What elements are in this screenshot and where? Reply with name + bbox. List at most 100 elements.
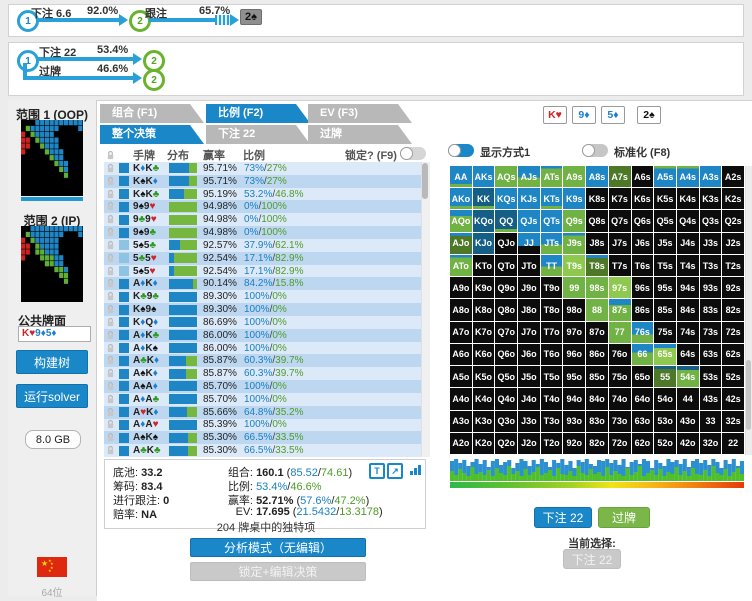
matrix-cell-64o[interactable]: 64o bbox=[632, 388, 654, 409]
lock-icon[interactable] bbox=[104, 266, 117, 277]
matrix-cell-93o[interactable]: 93o bbox=[563, 411, 585, 432]
table-scrollbar-thumb[interactable] bbox=[422, 163, 428, 199]
matrix-cell-K3o[interactable]: K3o bbox=[473, 411, 495, 432]
lock-icon[interactable] bbox=[104, 330, 117, 341]
matrix-cell-84s[interactable]: 84s bbox=[677, 299, 699, 320]
table-row[interactable]: K♦K♣95.71%73%/27% bbox=[104, 162, 421, 175]
matrix-cell-Q9s[interactable]: Q9s bbox=[563, 210, 585, 231]
lock-icon[interactable] bbox=[104, 227, 117, 238]
subtab-check[interactable]: 过牌 bbox=[308, 125, 412, 144]
matrix-cell-53s[interactable]: 53s bbox=[700, 366, 722, 387]
lock-icon[interactable] bbox=[104, 278, 117, 289]
matrix-cell-85o[interactable]: 85o bbox=[586, 366, 608, 387]
lock-toggle[interactable] bbox=[400, 147, 426, 160]
matrix-cell-83s[interactable]: 83s bbox=[700, 299, 722, 320]
matrix-cell-82s[interactable]: 82s bbox=[722, 299, 744, 320]
matrix-cell-A8o[interactable]: A8o bbox=[450, 299, 472, 320]
board-card[interactable]: K♥ bbox=[543, 106, 567, 124]
matrix-cell-K8s[interactable]: K8s bbox=[586, 188, 608, 209]
tree-action-label[interactable]: 过牌 bbox=[39, 63, 61, 79]
matrix-cell-J2s[interactable]: J2s bbox=[722, 233, 744, 254]
matrix-cell-44[interactable]: 44 bbox=[677, 388, 699, 409]
matrix-cell-A4o[interactable]: A4o bbox=[450, 388, 472, 409]
matrix-cell-ATs[interactable]: ATs bbox=[541, 166, 563, 187]
lock-icon[interactable] bbox=[104, 291, 117, 302]
matrix-cell-63s[interactable]: 63s bbox=[700, 344, 722, 365]
matrix-cell-42s[interactable]: 42s bbox=[722, 388, 744, 409]
lock-icon[interactable] bbox=[104, 176, 117, 187]
matrix-cell-J9s[interactable]: J9s bbox=[563, 233, 585, 254]
table-row[interactable]: K♦Q♦86.69%100%/0% bbox=[104, 316, 421, 329]
table-row[interactable]: A♣K♣85.30%66.5%/33.5% bbox=[104, 444, 421, 457]
matrix-cell-J8s[interactable]: J8s bbox=[586, 233, 608, 254]
matrix-cell-K4s[interactable]: K4s bbox=[677, 188, 699, 209]
matrix-cell-J3s[interactable]: J3s bbox=[700, 233, 722, 254]
lock-icon[interactable] bbox=[104, 407, 117, 418]
lock-icon[interactable] bbox=[104, 304, 117, 315]
board-input[interactable]: K♥9♦5♦ bbox=[18, 326, 91, 342]
matrix-cell-A3o[interactable]: A3o bbox=[450, 411, 472, 432]
col-win[interactable]: 赢率 bbox=[203, 147, 225, 163]
matrix-cell-K2s[interactable]: K2s bbox=[722, 188, 744, 209]
tree-action-label[interactable]: 跟注 bbox=[145, 5, 167, 21]
table-row[interactable]: A♦K♣86.00%100%/0% bbox=[104, 329, 421, 342]
table-row[interactable]: A♦K♠86.00%100%/0% bbox=[104, 342, 421, 355]
matrix-cell-J6o[interactable]: J6o bbox=[518, 344, 540, 365]
matrix-cell-54s[interactable]: 54s bbox=[677, 366, 699, 387]
matrix-cell-82o[interactable]: 82o bbox=[586, 433, 608, 454]
matrix-cell-Q2o[interactable]: Q2o bbox=[495, 433, 517, 454]
range1-thumbnail[interactable] bbox=[21, 120, 83, 196]
subtab-whole-decision[interactable]: 整个决策 bbox=[100, 125, 204, 144]
subtab-bet22[interactable]: 下注 22 bbox=[206, 125, 310, 144]
matrix-cell-J9o[interactable]: J9o bbox=[518, 277, 540, 298]
matrix-cell-J5o[interactable]: J5o bbox=[518, 366, 540, 387]
range2-thumbnail[interactable] bbox=[21, 226, 83, 302]
table-row[interactable]: K♠9♠89.30%100%/0% bbox=[104, 303, 421, 316]
matrix-cell-99[interactable]: 99 bbox=[563, 277, 585, 298]
check-action-button[interactable]: 过牌 bbox=[598, 507, 650, 528]
matrix-cell-T4s[interactable]: T4s bbox=[677, 255, 699, 276]
matrix-cell-Q6o[interactable]: Q6o bbox=[495, 344, 517, 365]
matrix-cell-72o[interactable]: 72o bbox=[609, 433, 631, 454]
matrix-cell-66[interactable]: 66 bbox=[632, 344, 654, 365]
matrix-cell-A7o[interactable]: A7o bbox=[450, 322, 472, 343]
tab-combos[interactable]: 组合 (F1) bbox=[100, 104, 204, 123]
matrix-cell-73s[interactable]: 73s bbox=[700, 322, 722, 343]
matrix-cell-98o[interactable]: 98o bbox=[563, 299, 585, 320]
matrix-cell-75o[interactable]: 75o bbox=[609, 366, 631, 387]
matrix-cell-87o[interactable]: 87o bbox=[586, 322, 608, 343]
matrix-cell-T6o[interactable]: T6o bbox=[541, 344, 563, 365]
matrix-cell-A9o[interactable]: A9o bbox=[450, 277, 472, 298]
matrix-cell-KQo[interactable]: KQo bbox=[473, 210, 495, 231]
table-row[interactable]: 9♠9♣94.98%0%/100% bbox=[104, 226, 421, 239]
matrix-cell-K7o[interactable]: K7o bbox=[473, 322, 495, 343]
matrix-cell-K3s[interactable]: K3s bbox=[700, 188, 722, 209]
matrix-cell-95s[interactable]: 95s bbox=[654, 277, 676, 298]
matrix-cell-Q8o[interactable]: Q8o bbox=[495, 299, 517, 320]
matrix-cell-AKs[interactable]: AKs bbox=[473, 166, 495, 187]
matrix-cell-KQs[interactable]: KQs bbox=[495, 188, 517, 209]
table-row[interactable]: A♠K♦85.87%60.3%/39.7% bbox=[104, 367, 421, 380]
matrix-cell-74s[interactable]: 74s bbox=[677, 322, 699, 343]
matrix-cell-K6s[interactable]: K6s bbox=[632, 188, 654, 209]
matrix-cell-Q9o[interactable]: Q9o bbox=[495, 277, 517, 298]
matrix-cell-Q3o[interactable]: Q3o bbox=[495, 411, 517, 432]
tree-node-player1[interactable]: 1 bbox=[17, 50, 39, 72]
run-solver-button[interactable]: 运行solver bbox=[16, 384, 88, 408]
matrix-cell-72s[interactable]: 72s bbox=[722, 322, 744, 343]
text-view-icon[interactable]: T bbox=[369, 463, 385, 479]
matrix-cell-94o[interactable]: 94o bbox=[563, 388, 585, 409]
matrix-cell-42o[interactable]: 42o bbox=[677, 433, 699, 454]
matrix-cell-J6s[interactable]: J6s bbox=[632, 233, 654, 254]
matrix-cell-65s[interactable]: 65s bbox=[654, 344, 676, 365]
matrix-cell-76o[interactable]: 76o bbox=[609, 344, 631, 365]
matrix-cell-52s[interactable]: 52s bbox=[722, 366, 744, 387]
matrix-cell-ATo[interactable]: ATo bbox=[450, 255, 472, 276]
table-row[interactable]: 5♠5♥92.54%17.1%/82.9% bbox=[104, 265, 421, 278]
matrix-cell-87s[interactable]: 87s bbox=[609, 299, 631, 320]
table-row[interactable]: A♠K♠85.30%66.5%/33.5% bbox=[104, 431, 421, 444]
matrix-cell-53o[interactable]: 53o bbox=[654, 411, 676, 432]
lock-icon[interactable] bbox=[104, 419, 117, 430]
analyze-mode-button[interactable]: 分析模式（无编辑） bbox=[190, 538, 366, 557]
matrix-cell-T5o[interactable]: T5o bbox=[541, 366, 563, 387]
